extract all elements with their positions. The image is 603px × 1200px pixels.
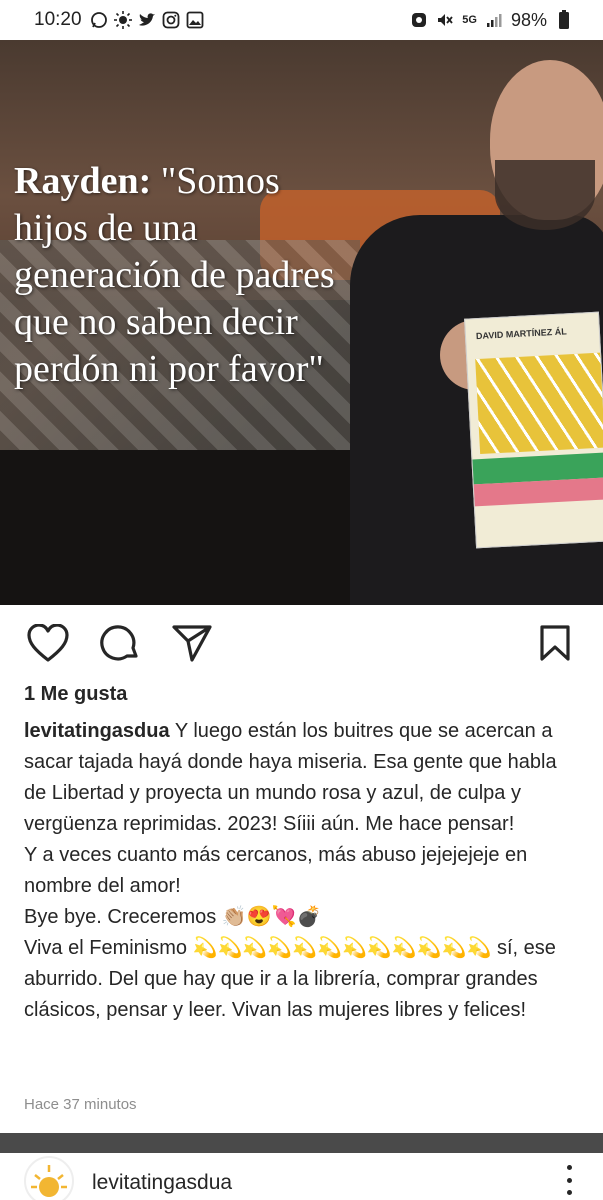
gallery-icon (186, 11, 204, 29)
caption-username[interactable]: levitatingasdua (24, 720, 170, 742)
post-image[interactable]: DAVID MARTÍNEZ ÁL Rayden: "Somos hijos d… (0, 40, 603, 605)
image-book: DAVID MARTÍNEZ ÁL (464, 311, 603, 549)
sun-avatar-icon (31, 1165, 67, 1197)
likes-count[interactable]: 1 Me gusta (24, 683, 127, 706)
next-post-username[interactable]: levitatingasdua (92, 1171, 232, 1195)
bookmark-icon (540, 624, 570, 661)
quote-name: Rayden: (14, 160, 152, 202)
book-author: DAVID MARTÍNEZ ÁL (475, 326, 567, 342)
share-button[interactable] (170, 621, 214, 665)
whatsapp-icon (90, 11, 108, 29)
send-icon (172, 624, 212, 662)
next-post-header: levitatingasdua (0, 1133, 603, 1200)
comment-icon (100, 624, 138, 660)
network-5g-icon: 5G (462, 13, 477, 26)
status-time: 10:20 (34, 9, 82, 30)
instagram-icon (162, 11, 180, 29)
mute-icon (436, 11, 454, 29)
post-caption: levitatingasdua Y luego están los buitre… (24, 716, 584, 1026)
avatar[interactable] (24, 1156, 74, 1200)
twitter-icon (138, 11, 156, 29)
recycle-icon (410, 11, 428, 29)
caption-line: Viva el Feminismo 💫💫💫💫💫💫💫💫💫💫💫💫 sí, ese a… (24, 937, 556, 1021)
like-button[interactable] (26, 621, 70, 665)
battery-percentage: 98% (510, 9, 547, 30)
more-options-icon[interactable] (559, 1165, 579, 1195)
post-action-bar (0, 605, 603, 680)
status-bar: 10:20 5G 98% (0, 0, 603, 40)
save-button[interactable] (533, 621, 577, 665)
brightness-icon (113, 11, 132, 29)
image-quote: Rayden: "Somos hijos de una generación d… (14, 158, 344, 393)
caption-line: Y a veces cuanto más cercanos, más abuso… (24, 844, 528, 897)
next-post-image-edge (0, 1133, 603, 1153)
comment-button[interactable] (98, 621, 142, 665)
post-timestamp[interactable]: Hace 37 minutos (24, 1096, 137, 1113)
heart-icon (27, 623, 69, 662)
signal-icon (485, 11, 503, 29)
battery-icon (555, 10, 573, 29)
caption-line: Bye bye. Creceremos 👏🏼😍💘💣 (24, 906, 322, 928)
